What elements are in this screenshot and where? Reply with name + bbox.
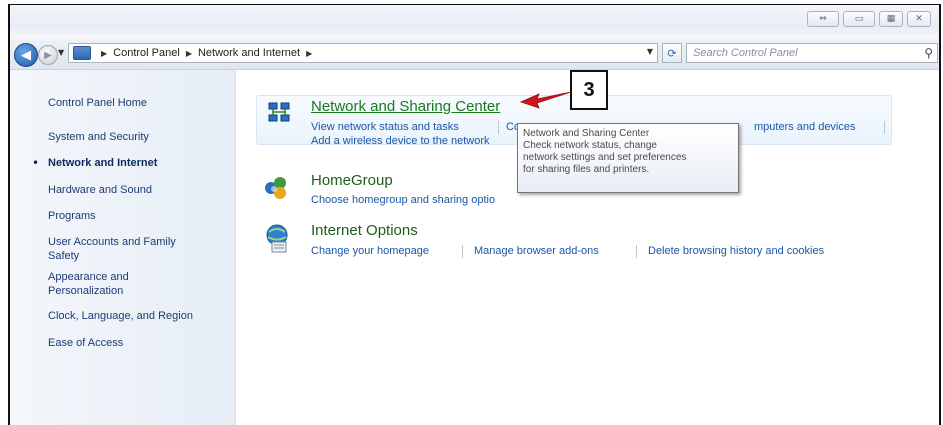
- sidebar-item-appearance-line2[interactable]: Personalization: [48, 285, 123, 298]
- forward-button[interactable]: ▶: [38, 45, 58, 65]
- search-icon[interactable]: ⚲: [924, 46, 933, 60]
- link-separator: [636, 245, 637, 258]
- sidebar-item-programs[interactable]: Programs: [48, 210, 96, 223]
- close-button[interactable]: ✕: [907, 11, 931, 27]
- address-dropdown-icon[interactable]: ▼: [647, 47, 653, 56]
- link-delete-browsing-history[interactable]: Delete browsing history and cookies: [648, 245, 824, 257]
- snap-button[interactable]: ⇔: [807, 11, 839, 27]
- link-separator: [498, 121, 499, 134]
- link-choose-homegroup[interactable]: Choose homegroup and sharing optio: [311, 194, 495, 206]
- recent-pages-dropdown[interactable]: ▼: [58, 48, 64, 57]
- tooltip: Network and Sharing Center Check network…: [517, 123, 739, 193]
- sidebar-item-control-panel-home[interactable]: Control Panel Home: [48, 97, 147, 110]
- back-button[interactable]: ◀: [14, 43, 38, 67]
- category-title-homegroup[interactable]: HomeGroup: [311, 172, 393, 189]
- title-bar: ⇔ ▭ ▦ ✕: [10, 5, 939, 41]
- breadcrumb-network-and-internet[interactable]: Network and Internet: [198, 47, 300, 59]
- search-input[interactable]: Search Control Panel ⚲: [686, 43, 938, 63]
- sidebar-item-clock-language-region[interactable]: Clock, Language, and Region: [48, 310, 193, 323]
- link-manage-addons[interactable]: Manage browser add-ons: [474, 245, 599, 257]
- window-controls: ⇔ ▭ ▦ ✕: [807, 11, 931, 27]
- sidebar-item-user-accounts[interactable]: User Accounts and Family: [48, 236, 176, 249]
- internet-options-icon[interactable]: [263, 223, 291, 253]
- tooltip-line: for sharing files and printers.: [523, 164, 650, 175]
- step-number-callout: 3: [570, 70, 608, 110]
- homegroup-icon[interactable]: [263, 174, 289, 200]
- maximize-button[interactable]: ▦: [879, 11, 903, 27]
- refresh-button[interactable]: ⟳: [662, 43, 682, 63]
- minimize-button[interactable]: ▭: [843, 11, 875, 27]
- link-add-wireless-device[interactable]: Add a wireless device to the network: [311, 135, 490, 147]
- link-change-homepage[interactable]: Change your homepage: [311, 245, 429, 257]
- sidebar-item-network-and-internet: Network and Internet: [48, 157, 158, 169]
- search-placeholder: Search Control Panel: [693, 47, 798, 59]
- tooltip-line: Check network status, change: [523, 140, 657, 151]
- tooltip-line: network settings and set preferences: [523, 152, 687, 163]
- link-view-computers-devices[interactable]: mputers and devices: [754, 121, 856, 133]
- address-bar[interactable]: ▶ Control Panel ▶ Network and Internet ▶…: [68, 43, 658, 63]
- current-page-bullet: •: [32, 156, 40, 170]
- breadcrumb-chevron-icon[interactable]: ▶: [306, 49, 312, 58]
- sidebar-item-hardware-and-sound[interactable]: Hardware and Sound: [48, 184, 152, 197]
- sidebar: Control Panel Home System and Security •…: [10, 70, 236, 425]
- sidebar-item-appearance[interactable]: Appearance and: [48, 271, 129, 284]
- tooltip-title: Network and Sharing Center: [523, 128, 650, 139]
- control-panel-window: ⇔ ▭ ▦ ✕ ◀ ▶ ▼ ▶ Control Panel ▶ Network …: [8, 4, 941, 425]
- link-view-network-status[interactable]: View network status and tasks: [311, 121, 459, 133]
- navigation-bar: ◀ ▶ ▼ ▶ Control Panel ▶ Network and Inte…: [10, 39, 939, 70]
- breadcrumb-control-panel[interactable]: Control Panel: [113, 47, 180, 59]
- link-separator: [462, 245, 463, 258]
- sidebar-item-user-accounts-line2[interactable]: Safety: [48, 250, 79, 263]
- breadcrumb-chevron-icon[interactable]: ▶: [186, 49, 192, 58]
- control-panel-icon: [73, 46, 91, 60]
- category-title-internet-options[interactable]: Internet Options: [311, 222, 418, 239]
- network-sharing-icon[interactable]: [268, 101, 290, 123]
- sidebar-item-ease-of-access[interactable]: Ease of Access: [48, 337, 123, 350]
- sidebar-item-system-and-security[interactable]: System and Security: [48, 131, 149, 144]
- breadcrumb-chevron-icon[interactable]: ▶: [101, 49, 107, 58]
- category-title-network-sharing[interactable]: Network and Sharing Center: [311, 98, 500, 115]
- callout-arrow-icon: [519, 91, 572, 109]
- link-separator: [884, 121, 885, 134]
